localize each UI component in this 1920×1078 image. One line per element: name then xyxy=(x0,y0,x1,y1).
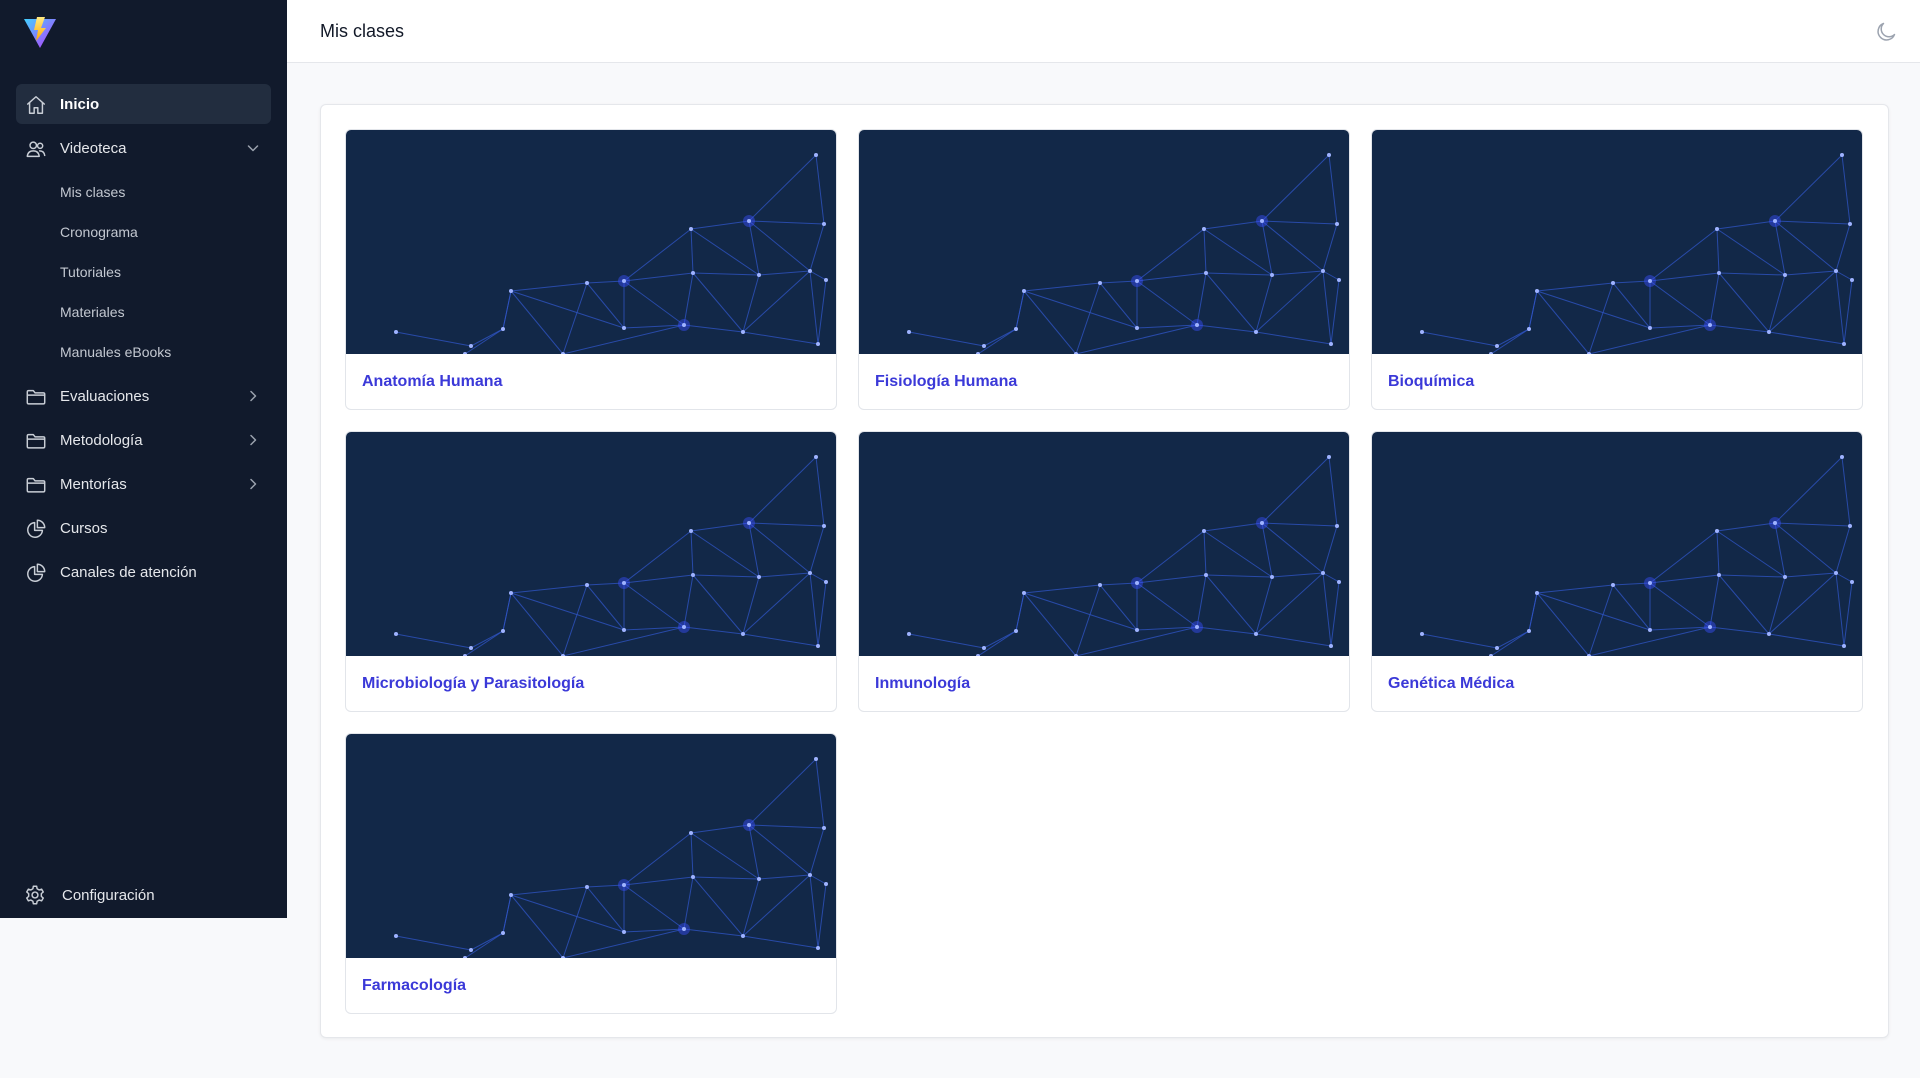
sidebar: Inicio Videoteca Mis clases Cronograma T… xyxy=(0,0,287,918)
sidebar-item-videoteca[interactable]: Videoteca xyxy=(16,128,271,168)
pie-chart-icon xyxy=(27,563,46,582)
course-title: Genética Médica xyxy=(1388,675,1515,692)
sidebar-item-label: Metodología xyxy=(60,431,143,449)
course-title: Inmunología xyxy=(875,675,971,692)
sidebar-subitem-materiales[interactable]: Materiales xyxy=(16,292,271,332)
course-thumbnail xyxy=(859,432,1349,656)
course-card-fisiologia[interactable]: Fisiología Humana xyxy=(858,129,1350,410)
course-title: Microbiología y Parasitología xyxy=(362,675,585,692)
page-title: Mis clases xyxy=(320,21,405,41)
sidebar-subitem-manuales-ebooks[interactable]: Manuales eBooks xyxy=(16,332,271,372)
course-thumbnail xyxy=(346,432,836,656)
course-thumbnail xyxy=(346,130,836,354)
course-card-farmacologia[interactable]: Farmacología xyxy=(345,733,837,1014)
users-icon xyxy=(26,141,46,158)
pie-chart-icon xyxy=(27,519,46,538)
sidebar-item-label: Inicio xyxy=(60,95,100,113)
course-card-anatomia[interactable]: Anatomía Humana xyxy=(345,129,837,410)
folder-icon xyxy=(26,389,46,405)
sidebar-item-label: Mentorías xyxy=(60,475,127,493)
course-title: Farmacología xyxy=(362,977,467,994)
chevron-right-icon xyxy=(250,390,257,402)
top-header: Mis clases xyxy=(287,0,1920,63)
chevron-right-icon xyxy=(250,434,257,446)
sidebar-item-label: Evaluaciones xyxy=(60,387,150,405)
moon-icon[interactable] xyxy=(1874,20,1898,44)
config-label: Configuración xyxy=(62,886,155,904)
home-icon xyxy=(27,96,45,114)
sidebar-nav: Inicio Videoteca Mis clases Cronograma T… xyxy=(16,84,271,596)
sidebar-item-canales-atencion[interactable]: Canales de atención xyxy=(16,552,271,592)
sidebar-item-label: Canales de atención xyxy=(60,563,197,581)
sidebar-item-label: Videoteca xyxy=(60,139,127,157)
logo-icon[interactable] xyxy=(22,14,58,50)
course-thumbnail xyxy=(1372,130,1862,354)
course-title: Anatomía Humana xyxy=(362,373,503,390)
chevron-down-icon xyxy=(247,145,259,152)
sidebar-item-cursos[interactable]: Cursos xyxy=(16,508,271,548)
sidebar-subitem-cronograma[interactable]: Cronograma xyxy=(16,212,271,252)
sidebar-item-mentorias[interactable]: Mentorías xyxy=(16,464,271,504)
course-card-genetica[interactable]: Genética Médica xyxy=(1371,431,1863,712)
chevron-right-icon xyxy=(250,478,257,490)
course-card-microbiologia[interactable]: Microbiología y Parasitología xyxy=(345,431,837,712)
course-card-bioquimica[interactable]: Bioquímica xyxy=(1371,129,1863,410)
sidebar-item-label: Cursos xyxy=(60,519,108,537)
sidebar-subitem-mis-clases[interactable]: Mis clases xyxy=(16,172,271,212)
sidebar-subitem-tutoriales[interactable]: Tutoriales xyxy=(16,252,271,292)
sidebar-item-evaluaciones[interactable]: Evaluaciones xyxy=(16,376,271,416)
courses-panel: Anatomía Humana Fisiología Humana Bioquí… xyxy=(320,104,1889,1038)
sidebar-item-metodologia[interactable]: Metodología xyxy=(16,420,271,460)
sidebar-item-configuracion[interactable]: Configuración xyxy=(24,884,155,906)
gear-icon xyxy=(26,885,44,905)
sidebar-item-inicio[interactable]: Inicio xyxy=(16,84,271,124)
course-card-inmunologia[interactable]: Inmunología xyxy=(858,431,1350,712)
course-thumbnail xyxy=(346,734,836,958)
course-thumbnail xyxy=(859,130,1349,354)
folder-icon xyxy=(26,477,46,493)
folder-icon xyxy=(26,433,46,449)
course-thumbnail xyxy=(1372,432,1862,656)
course-title: Bioquímica xyxy=(1388,373,1475,390)
course-title: Fisiología Humana xyxy=(875,373,1018,390)
